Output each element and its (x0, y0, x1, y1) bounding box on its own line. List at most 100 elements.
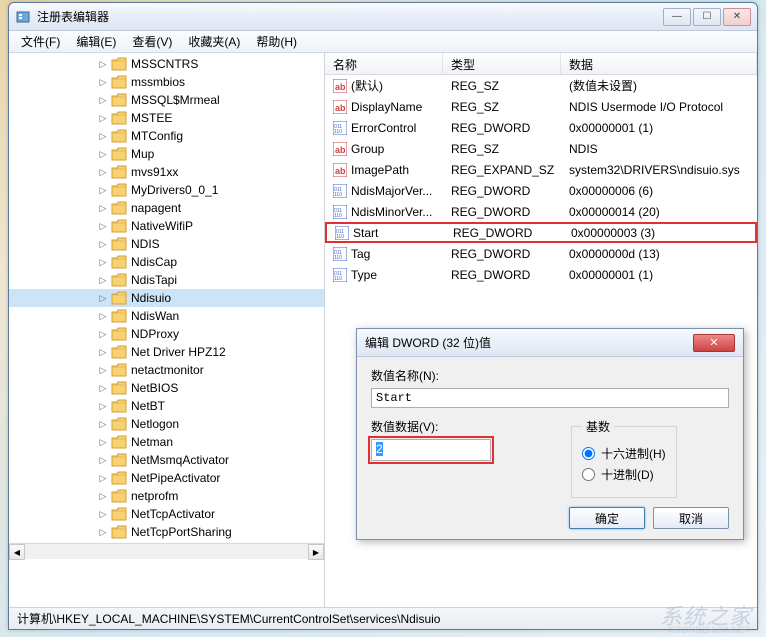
value-type-cell: REG_SZ (443, 77, 561, 95)
tree-expand-icon[interactable]: ▷ (97, 400, 109, 412)
minimize-button[interactable]: — (663, 8, 691, 26)
tree-expand-icon[interactable]: ▷ (97, 274, 109, 286)
titlebar[interactable]: 注册表编辑器 — ☐ ✕ (9, 3, 757, 31)
menu-view[interactable]: 查看(V) (124, 31, 180, 52)
tree-item[interactable]: ▷NDIS (9, 235, 324, 253)
value-name-cell: ab(默认) (325, 75, 443, 96)
tree-expand-icon[interactable]: ▷ (97, 328, 109, 340)
close-button[interactable]: ✕ (723, 8, 751, 26)
registry-value-row[interactable]: 011110TypeREG_DWORD0x00000001 (1) (325, 264, 757, 285)
tree-expand-icon[interactable]: ▷ (97, 256, 109, 268)
tree-expand-icon[interactable]: ▷ (97, 238, 109, 250)
tree-expand-icon[interactable]: ▷ (97, 94, 109, 106)
tree-item[interactable]: ▷Ndisuio (9, 289, 324, 307)
tree-expand-icon[interactable]: ▷ (97, 508, 109, 520)
maximize-button[interactable]: ☐ (693, 8, 721, 26)
tree-expand-icon[interactable]: ▷ (97, 454, 109, 466)
tree-item[interactable]: ▷Net Driver HPZ12 (9, 343, 324, 361)
scroll-track[interactable] (25, 544, 308, 559)
tree-item[interactable]: ▷MSTEE (9, 109, 324, 127)
col-header-name[interactable]: 名称 (325, 53, 443, 74)
tree-expand-icon[interactable]: ▷ (97, 148, 109, 160)
tree-item[interactable]: ▷Mup (9, 145, 324, 163)
tree-expand-icon[interactable]: ▷ (97, 184, 109, 196)
registry-value-row[interactable]: 011110StartREG_DWORD0x00000003 (3) (325, 222, 757, 243)
tree-expand-icon[interactable]: ▷ (97, 76, 109, 88)
registry-value-row[interactable]: 011110ErrorControlREG_DWORD0x00000001 (1… (325, 117, 757, 138)
radix-dec-radio[interactable]: 十进制(D) (582, 466, 666, 483)
registry-value-row[interactable]: ab(默认)REG_SZ(数值未设置) (325, 75, 757, 96)
tree-expand-icon[interactable]: ▷ (97, 310, 109, 322)
tree-item[interactable]: ▷NDProxy (9, 325, 324, 343)
tree-item[interactable]: ▷netprofm (9, 487, 324, 505)
value-data-input[interactable]: 2 (371, 439, 491, 461)
tree-panel[interactable]: ▷ MSSCNTRS ▷mssmbios▷MSSQL$Mrmeal▷MSTEE▷MT… (9, 53, 325, 607)
tree-expand-icon[interactable]: ▷ (97, 490, 109, 502)
tree-expand-icon[interactable]: ▷ (97, 436, 109, 448)
tree-expand-icon[interactable]: ▷ (97, 364, 109, 376)
tree-item[interactable]: ▷mssmbios (9, 73, 324, 91)
tree-item[interactable]: ▷NetMsmqActivator (9, 451, 324, 469)
col-header-data[interactable]: 数据 (561, 53, 757, 74)
tree-item[interactable]: ▷NetTcpActivator (9, 505, 324, 523)
tree-item[interactable]: ▷ NdisWan (9, 307, 324, 325)
registry-value-row[interactable]: abGroupREG_SZNDIS (325, 138, 757, 159)
tree-item[interactable]: ▷netactmonitor (9, 361, 324, 379)
scroll-left-icon[interactable]: ◀ (9, 544, 25, 560)
tree-item[interactable]: ▷napagent (9, 199, 324, 217)
tree-item[interactable]: ▷NetPipeActivator (9, 469, 324, 487)
registry-value-row[interactable]: abDisplayNameREG_SZNDIS Usermode I/O Pro… (325, 96, 757, 117)
menu-favorites[interactable]: 收藏夹(A) (180, 31, 248, 52)
registry-value-row[interactable]: 011110NdisMinorVer...REG_DWORD0x00000014… (325, 201, 757, 222)
menu-file[interactable]: 文件(F) (13, 31, 68, 52)
tree-expand-icon[interactable]: ▷ (97, 166, 109, 178)
radix-hex-radio[interactable]: 十六进制(H) (582, 445, 666, 462)
tree-expand-icon[interactable]: ▷ (97, 220, 109, 232)
dialog-close-button[interactable]: ✕ (693, 334, 735, 352)
tree-item-label: NdisWan (131, 309, 179, 323)
tree-item[interactable]: ▷NetTcpPortSharing (9, 523, 324, 541)
tree-item[interactable]: ▷NativeWifiP (9, 217, 324, 235)
menu-help[interactable]: 帮助(H) (248, 31, 305, 52)
col-header-type[interactable]: 类型 (443, 53, 561, 74)
value-name: (默认) (351, 77, 383, 94)
tree-item[interactable]: ▷NdisTapi (9, 271, 324, 289)
tree-expand-icon[interactable]: ▷ (97, 418, 109, 430)
value-type-cell: REG_DWORD (443, 203, 561, 221)
tree-expand-icon[interactable]: ▷ (97, 112, 109, 124)
tree-scrollbar-h[interactable]: ◀ ▶ (9, 543, 324, 559)
dialog-footer: 确定 取消 (569, 507, 729, 529)
cancel-button[interactable]: 取消 (653, 507, 729, 529)
scroll-right-icon[interactable]: ▶ (308, 544, 324, 560)
value-type-cell: REG_DWORD (443, 245, 561, 263)
ok-button[interactable]: 确定 (569, 507, 645, 529)
tree-item[interactable]: ▷ MSSCNTRS (9, 55, 324, 73)
tree-expand-icon[interactable]: ▷ (97, 472, 109, 484)
registry-value-row[interactable]: abImagePathREG_EXPAND_SZsystem32\DRIVERS… (325, 159, 757, 180)
tree-expand-icon[interactable]: ▷ (97, 292, 109, 304)
tree-item[interactable]: ▷NetBIOS (9, 379, 324, 397)
tree-expand-icon[interactable]: ▷ (97, 130, 109, 142)
tree-expand-icon[interactable]: ▷ (97, 58, 109, 70)
tree-item-label: MSSCNTRS (131, 57, 198, 71)
value-data-cell: (数值未设置) (561, 75, 757, 96)
tree-item[interactable]: ▷NetBT (9, 397, 324, 415)
registry-value-row[interactable]: 011110NdisMajorVer...REG_DWORD0x00000006… (325, 180, 757, 201)
tree-expand-icon[interactable]: ▷ (97, 382, 109, 394)
radix-dec-input[interactable] (582, 468, 595, 481)
tree-expand-icon[interactable]: ▷ (97, 526, 109, 538)
tree-item[interactable]: ▷NdisCap (9, 253, 324, 271)
tree-item[interactable]: ▷mvs91xx (9, 163, 324, 181)
tree-item[interactable]: ▷Netman (9, 433, 324, 451)
radix-hex-input[interactable] (582, 447, 595, 460)
registry-value-row[interactable]: 011110TagREG_DWORD0x0000000d (13) (325, 243, 757, 264)
value-name: Tag (351, 247, 370, 261)
menu-edit[interactable]: 编辑(E) (68, 31, 124, 52)
tree-expand-icon[interactable]: ▷ (97, 346, 109, 358)
tree-expand-icon[interactable]: ▷ (97, 202, 109, 214)
dialog-titlebar[interactable]: 编辑 DWORD (32 位)值 ✕ (357, 329, 743, 357)
tree-item[interactable]: ▷MSSQL$Mrmeal (9, 91, 324, 109)
tree-item[interactable]: ▷MTConfig (9, 127, 324, 145)
tree-item[interactable]: ▷Netlogon (9, 415, 324, 433)
tree-item[interactable]: ▷MyDrivers0_0_1 (9, 181, 324, 199)
